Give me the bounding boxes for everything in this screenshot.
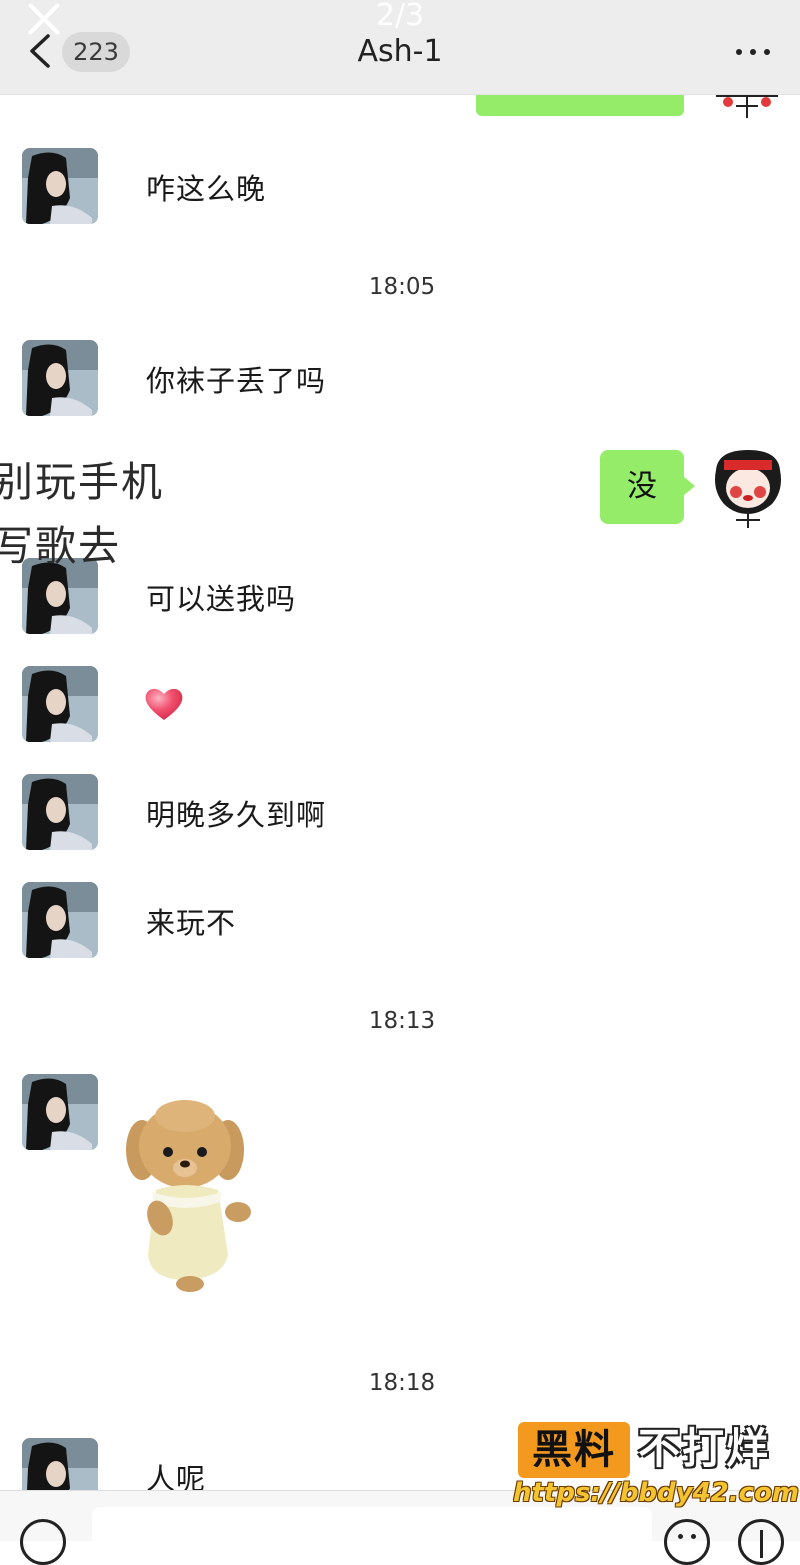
watermark: 黑料 不打烊 https://bbdy42.com <box>512 1420 800 1512</box>
message-text: 可以送我吗 <box>146 582 297 616</box>
my-avatar[interactable] <box>710 446 786 528</box>
contact-avatar[interactable] <box>22 774 98 850</box>
contact-avatar[interactable] <box>22 148 98 224</box>
watermark-text: 不打烊 <box>638 1424 771 1473</box>
my-avatar <box>708 94 786 118</box>
watermark-badge: 黑料 <box>518 1422 630 1478</box>
message-text: 你袜子丢了吗 <box>146 364 327 398</box>
voice-icon[interactable] <box>20 1519 66 1565</box>
plus-icon[interactable] <box>738 1519 784 1565</box>
timestamp: 18:13 <box>368 1008 436 1034</box>
emoji-icon[interactable] <box>664 1519 710 1565</box>
contact-avatar[interactable] <box>22 666 98 742</box>
timestamp: 18:05 <box>368 274 436 300</box>
my-message-bubble[interactable]: 没 <box>600 450 695 524</box>
page-counter: 2/3 <box>375 0 425 33</box>
puppy-sticker[interactable] <box>120 1094 258 1294</box>
message-text: 明晚多久到啊 <box>146 798 327 832</box>
contact-avatar[interactable] <box>22 340 98 416</box>
heart-icon <box>145 688 183 720</box>
timestamp: 18:18 <box>368 1370 436 1396</box>
more-button[interactable] <box>734 42 774 62</box>
contact-avatar[interactable] <box>22 882 98 958</box>
close-icon[interactable] <box>26 0 62 36</box>
overlay-caption-line: 写歌去 <box>0 522 121 570</box>
previous-my-bubble[interactable] <box>476 94 684 116</box>
message-text: 咋这么晚 <box>146 172 267 206</box>
overlay-caption-line: 别玩手机 <box>0 458 164 506</box>
more-icon <box>736 49 742 55</box>
watermark-url: https://bbdy42.com <box>512 1478 800 1508</box>
image-viewer-bar: 2/3 <box>0 0 800 40</box>
message-input[interactable] <box>92 1507 652 1547</box>
contact-avatar[interactable] <box>22 1074 98 1150</box>
message-text: 来玩不 <box>146 906 237 940</box>
